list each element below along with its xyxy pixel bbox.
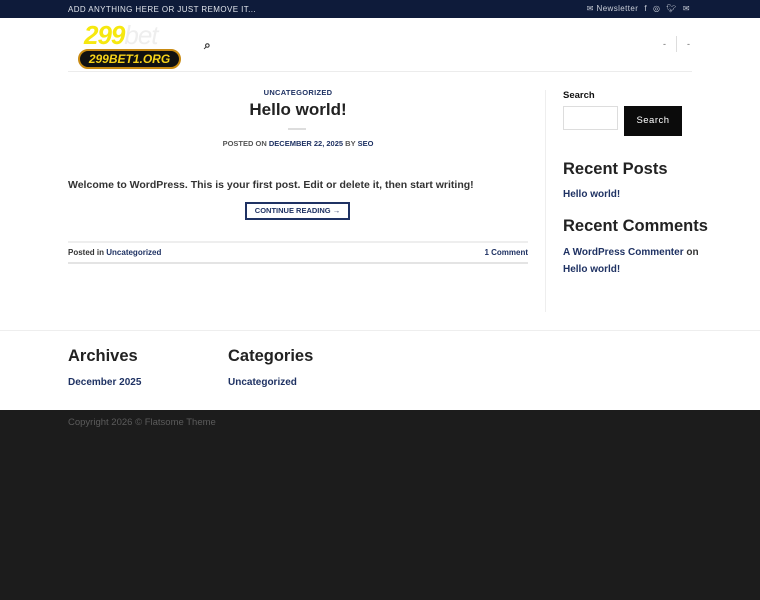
post-meta: POSTED ON DECEMBER 22, 2025 BY SEO — [68, 139, 528, 148]
on-label: on — [686, 247, 699, 258]
search-label: Search — [563, 90, 595, 101]
search-icon[interactable]: ⌕ — [204, 38, 211, 53]
search-button[interactable]: Search — [624, 106, 682, 136]
header: 299bet 299BET1.ORG ⌕ - - — [0, 18, 760, 72]
comment-post-link[interactable]: Hello world! — [563, 264, 620, 275]
nav-item[interactable]: - — [663, 39, 666, 49]
post-date[interactable]: DECEMBER 22, 2025 — [269, 139, 343, 148]
posted-in-category[interactable]: Uncategorized — [106, 248, 161, 257]
category-link[interactable]: Uncategorized — [228, 377, 297, 388]
posted-in-label: Posted in — [68, 248, 105, 257]
nav-divider — [676, 36, 677, 52]
logo-badge: 299BET1.ORG — [78, 49, 181, 69]
recent-comments-title: Recent Comments — [563, 217, 708, 235]
twitter-icon[interactable]: 🐦︎ — [666, 4, 677, 13]
post-author[interactable]: SEO — [358, 139, 374, 148]
email-icon[interactable]: ✉ — [683, 4, 690, 13]
by-label: BY — [345, 139, 356, 148]
facebook-icon[interactable]: f — [644, 4, 647, 13]
sidebar-divider — [545, 90, 546, 312]
title-divider — [288, 128, 306, 130]
continue-reading-button[interactable]: CONTINUE READING → — [245, 202, 350, 220]
post-footer: Posted in Uncategorized 1 Comment — [68, 241, 528, 264]
main-content: UNCATEGORIZED Hello world! POSTED ON DEC… — [0, 72, 760, 330]
nav-item[interactable]: - — [687, 39, 690, 49]
instagram-icon[interactable]: ◎ — [653, 4, 660, 13]
categories-title: Categories — [228, 347, 314, 365]
footer-widgets: Archives December 2025 Categories Uncate… — [0, 330, 760, 410]
newsletter-label: Newsletter — [596, 4, 639, 13]
top-bar-text: ADD ANYTHING HERE OR JUST REMOVE IT... — [68, 5, 256, 14]
comments-link[interactable]: 1 Comment — [484, 243, 528, 262]
posted-on-label: POSTED ON — [222, 139, 267, 148]
copyright: Copyright 2026 © Flatsome Theme — [68, 417, 216, 428]
archive-link[interactable]: December 2025 — [68, 377, 141, 388]
newsletter-link[interactable]: ✉ Newsletter — [587, 4, 639, 13]
post-title[interactable]: Hello world! — [68, 100, 528, 120]
top-bar: ADD ANYTHING HERE OR JUST REMOVE IT... ✉… — [0, 0, 760, 18]
post-category[interactable]: UNCATEGORIZED — [68, 88, 528, 97]
recent-posts-title: Recent Posts — [563, 160, 668, 178]
post-excerpt: Welcome to WordPress. This is your first… — [68, 179, 474, 191]
search-input[interactable] — [563, 106, 618, 130]
recent-post-link[interactable]: Hello world! — [563, 189, 620, 200]
site-logo[interactable]: 299bet 299BET1.ORG — [70, 20, 186, 70]
archives-title: Archives — [68, 347, 138, 365]
commenter-link[interactable]: A WordPress Commenter — [563, 247, 684, 258]
